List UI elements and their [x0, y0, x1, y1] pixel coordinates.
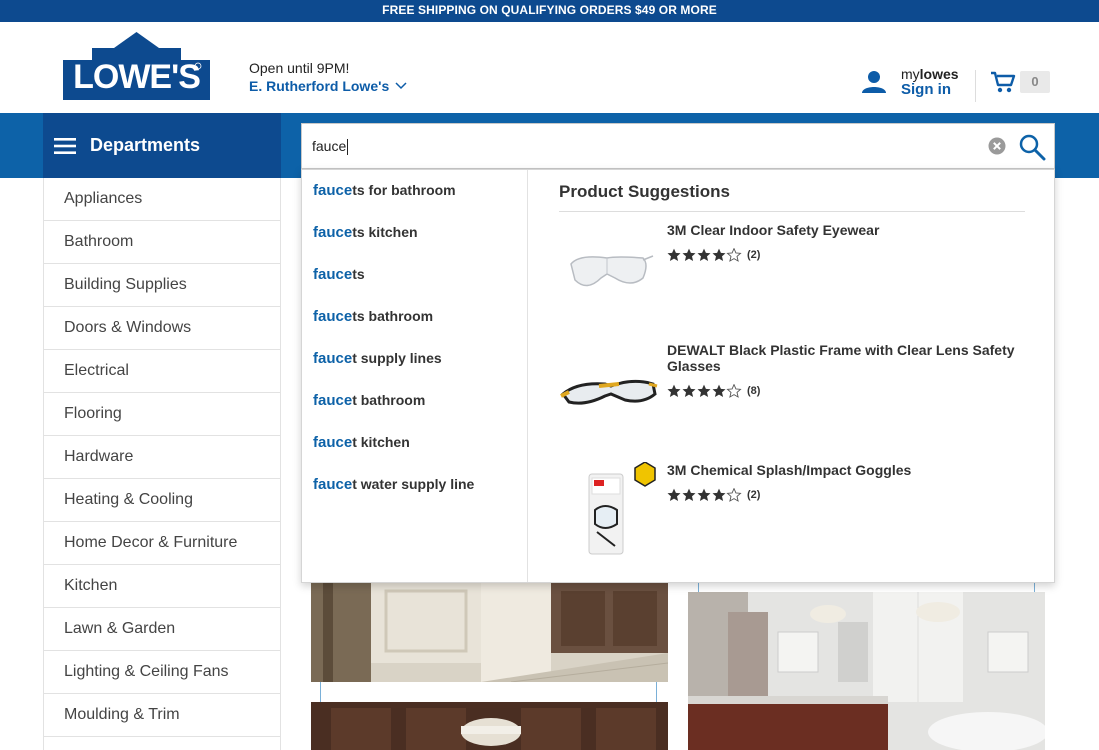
sidebar-item-heating-cooling[interactable]: Heating & Cooling: [44, 479, 280, 522]
suggestion-item[interactable]: faucet water supply line: [313, 476, 474, 493]
cart-icon: [991, 71, 1016, 93]
sidebar-item-flooring[interactable]: Flooring: [44, 393, 280, 436]
star-rating: (2): [667, 248, 760, 262]
star-rating: (8): [667, 384, 760, 398]
departments-button[interactable]: Departments: [43, 113, 281, 178]
sidebar-item-lawn-garden[interactable]: Lawn & Garden: [44, 608, 280, 651]
suggestion-item[interactable]: faucet kitchen: [313, 434, 410, 451]
star-rating-icon: [667, 248, 741, 262]
divider: [698, 583, 699, 592]
divider: [559, 211, 1025, 212]
sidebar-item-bathroom[interactable]: Bathroom: [44, 221, 280, 264]
safety-glasses-image: [560, 379, 658, 405]
review-count: (8): [747, 385, 761, 397]
review-count: (2): [747, 249, 761, 261]
store-hours: Open until 9PM!: [249, 60, 350, 76]
sidebar-item-home-decor[interactable]: Home Decor & Furniture: [44, 522, 280, 565]
cart-button[interactable]: 0: [990, 70, 1050, 94]
mylowes-label: mylowes: [901, 66, 959, 82]
search-box: fauce: [301, 123, 1055, 169]
kitchen-cabinets-photo[interactable]: [311, 702, 668, 750]
sidebar-item-moulding-trim[interactable]: Moulding & Trim: [44, 694, 280, 737]
suggestion-item[interactable]: faucets: [313, 266, 365, 283]
cart-count: 0: [1020, 71, 1050, 93]
search-icon[interactable]: [1018, 133, 1046, 161]
sidebar-item-hardware[interactable]: Hardware: [44, 436, 280, 479]
sign-in-link[interactable]: Sign in: [901, 82, 959, 98]
suggestion-list: faucets for bathroom faucets kitchen fau…: [302, 170, 528, 582]
bathroom-photo[interactable]: [688, 592, 1045, 750]
store-selector[interactable]: E. Rutherford Lowe's: [249, 78, 407, 94]
suggestion-item[interactable]: faucets for bathroom: [313, 182, 456, 199]
store-name: E. Rutherford Lowe's: [249, 78, 390, 94]
account-menu[interactable]: mylowes Sign in: [861, 66, 959, 98]
text-cursor: [347, 139, 349, 156]
product-suggestions-title: Product Suggestions: [559, 182, 730, 201]
divider: [320, 682, 321, 702]
sidebar-item-lighting[interactable]: Lighting & Ceiling Fans: [44, 651, 280, 694]
suggestion-item[interactable]: faucet supply lines: [313, 350, 442, 367]
sidebar-item-electrical[interactable]: Electrical: [44, 350, 280, 393]
user-icon: [862, 71, 886, 93]
suggestion-item[interactable]: faucets bathroom: [313, 308, 433, 325]
star-rating-icon: [667, 384, 741, 398]
safety-eyewear-image: [570, 255, 654, 287]
sidebar-item-kitchen[interactable]: Kitchen: [44, 565, 280, 608]
suggestion-item[interactable]: faucet bathroom: [313, 392, 425, 409]
divider: [975, 70, 976, 102]
sidebar-item-doors-windows[interactable]: Doors & Windows: [44, 307, 280, 350]
star-rating: (2): [667, 488, 760, 502]
store-info: Open until 9PM! E. Rutherford Lowe's: [249, 60, 407, 94]
site-header: LOWE'S Open until 9PM! E. Rutherford Low…: [0, 22, 1099, 113]
sidebar-item-appliances[interactable]: Appliances: [44, 178, 280, 221]
kitchen-photo[interactable]: [311, 583, 668, 682]
star-rating-icon: [667, 488, 741, 502]
divider: [656, 682, 657, 702]
departments-label: Departments: [90, 135, 201, 155]
goggles-package-image: [588, 462, 656, 555]
clear-search-icon[interactable]: [988, 137, 1006, 155]
departments-sidebar: Appliances Bathroom Building Supplies Do…: [43, 178, 281, 750]
product-suggestion[interactable]: 3M Clear Indoor Safety Eyewear (2): [559, 222, 1025, 322]
search-suggestions-dropdown: faucets for bathroom faucets kitchen fau…: [301, 169, 1055, 583]
suggestion-item[interactable]: faucets kitchen: [313, 224, 418, 241]
product-name: DEWALT Black Plastic Frame with Clear Le…: [667, 342, 1015, 374]
product-suggestion[interactable]: DEWALT Black Plastic Frame with Clear Le…: [559, 342, 1025, 442]
hamburger-icon: [54, 137, 76, 154]
divider: [1034, 583, 1035, 592]
product-name: 3M Clear Indoor Safety Eyewear: [667, 222, 880, 238]
chevron-down-icon: [395, 82, 407, 90]
lowes-logo[interactable]: LOWE'S: [63, 32, 210, 100]
product-suggestion[interactable]: 3M Chemical Splash/Impact Goggles (2): [559, 462, 1025, 562]
product-name: 3M Chemical Splash/Impact Goggles: [667, 462, 912, 478]
review-count: (2): [747, 489, 761, 501]
sidebar-item-building-supplies[interactable]: Building Supplies: [44, 264, 280, 307]
promo-banner: FREE SHIPPING ON QUALIFYING ORDERS $49 O…: [0, 0, 1099, 22]
svg-text:LOWE'S: LOWE'S: [73, 58, 200, 96]
search-input[interactable]: fauce: [312, 124, 972, 168]
